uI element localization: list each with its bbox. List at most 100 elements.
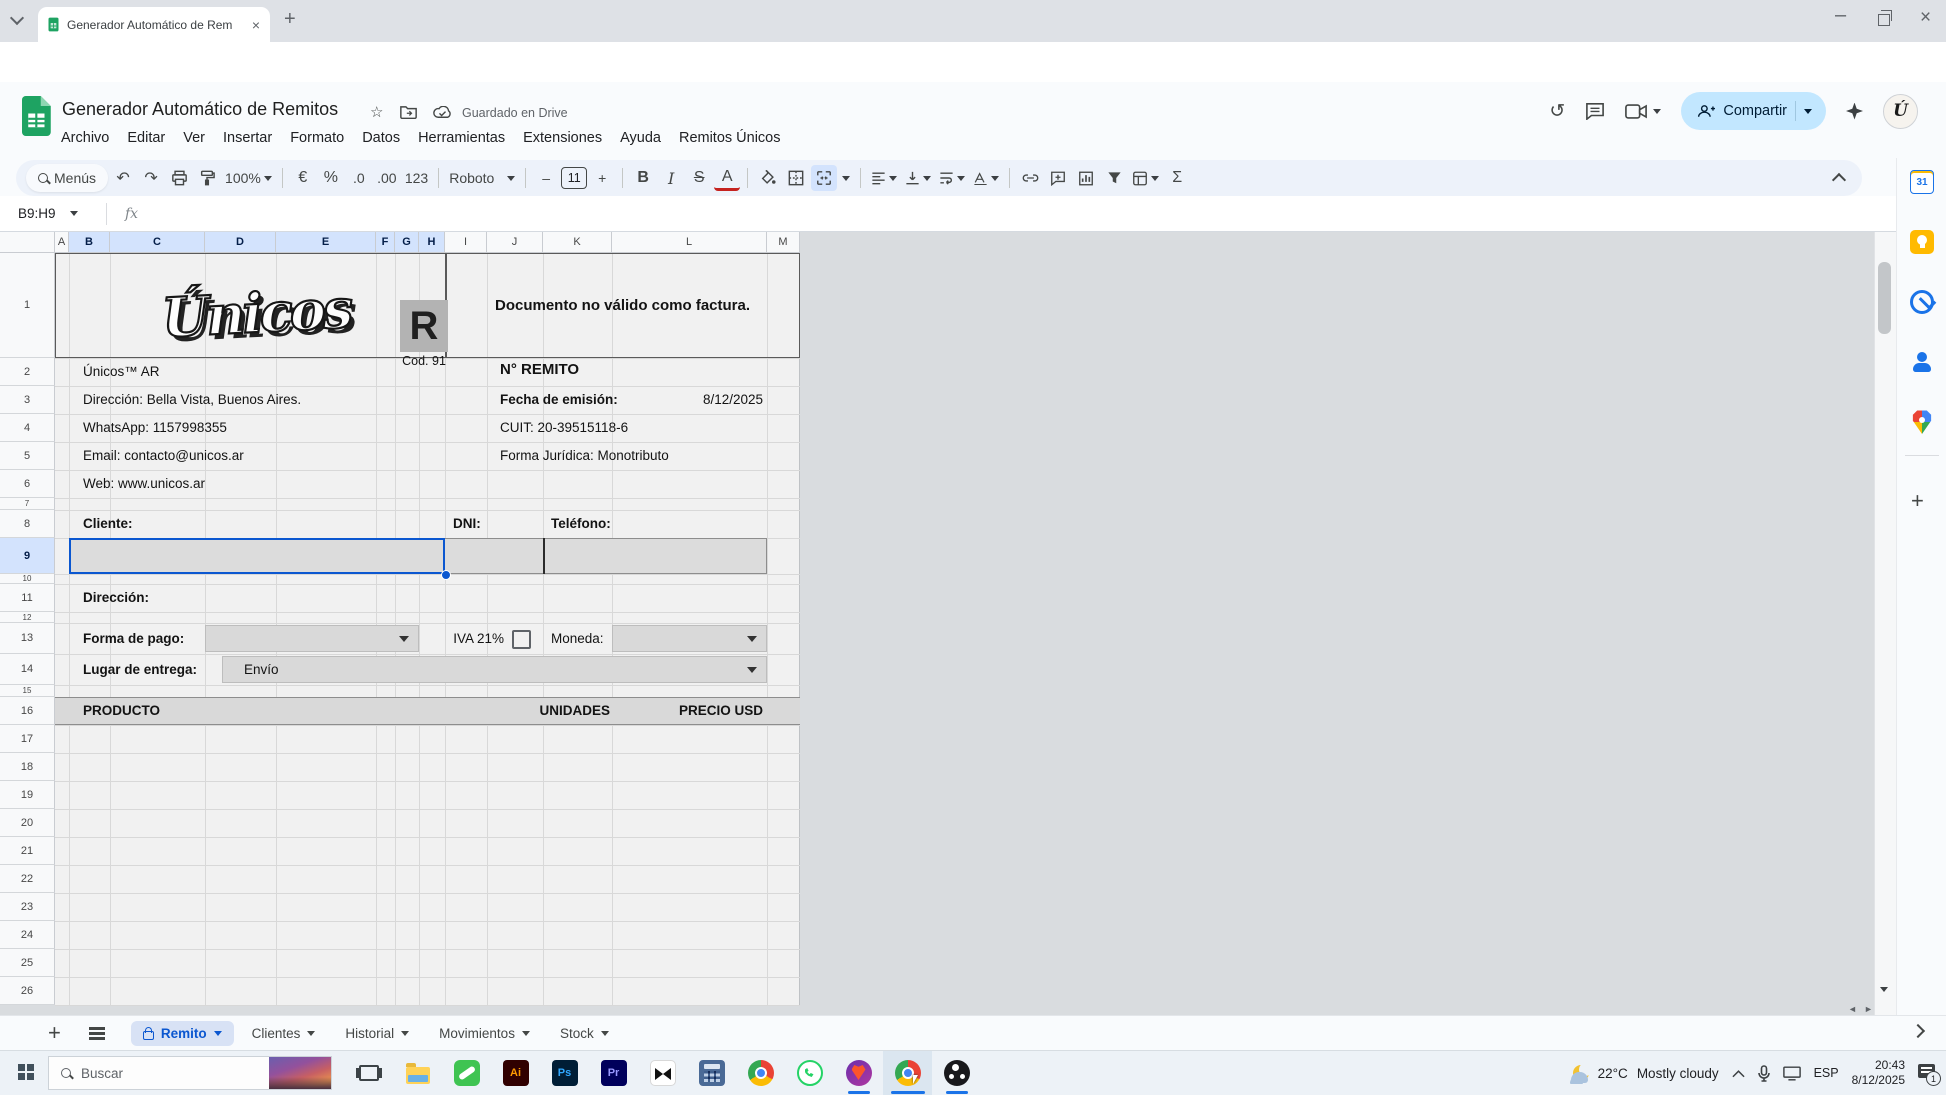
column-header-A[interactable]: A (55, 232, 69, 253)
hidden-icons-chevron[interactable] (1732, 1069, 1745, 1078)
moneda-dropdown[interactable] (612, 625, 767, 652)
contacts-icon[interactable] (1910, 350, 1934, 374)
share-dropdown[interactable] (1795, 101, 1820, 121)
font-select[interactable]: Roboto (446, 165, 518, 191)
microphone-icon[interactable] (1758, 1065, 1770, 1082)
language-indicator[interactable]: ESP (1814, 1066, 1839, 1080)
move-folder-icon[interactable] (400, 105, 417, 119)
remito-title-cell[interactable]: N° REMITO (500, 356, 579, 384)
photoshop-taskbar-button[interactable]: Ps (540, 1051, 589, 1095)
row-header-20[interactable]: 20 (0, 809, 55, 837)
precio-header-cell[interactable]: PRECIO USD (663, 697, 763, 725)
vertical-align-button[interactable] (902, 165, 934, 191)
row-header-18[interactable]: 18 (0, 753, 55, 781)
calendar-icon[interactable]: 31 (1910, 170, 1934, 194)
currency-format-button[interactable]: € (290, 165, 316, 191)
column-header-K[interactable]: K (543, 232, 612, 253)
merge-cells-dropdown[interactable] (839, 165, 853, 191)
chrome-2-taskbar-button[interactable] (883, 1051, 932, 1095)
create-filter-button[interactable] (1101, 165, 1127, 191)
fill-color-button[interactable] (755, 165, 781, 191)
browser-tab[interactable]: Generador Automático de Rem × (38, 7, 270, 42)
producto-header-cell[interactable]: PRODUCTO (83, 697, 160, 725)
column-header-I[interactable]: I (445, 232, 487, 253)
calculator-taskbar-button[interactable] (687, 1051, 736, 1095)
cliente-label-cell[interactable]: Cliente: (83, 510, 133, 538)
menu-archivo[interactable]: Archivo (52, 126, 118, 150)
row-header-23[interactable]: 23 (0, 893, 55, 921)
scroll-down-arrow[interactable] (1880, 992, 1888, 1010)
window-minimize-button[interactable]: – (1835, 4, 1846, 27)
company-email-cell[interactable]: Email: contacto@unicos.ar (83, 442, 244, 470)
table-views-button[interactable] (1129, 165, 1162, 191)
row-header-25[interactable]: 25 (0, 949, 55, 977)
decrease-decimal-button[interactable]: .0 (346, 165, 372, 191)
sheet-tab-menu-icon[interactable] (307, 1031, 315, 1036)
column-header-G[interactable]: G (395, 232, 419, 253)
column-header-C[interactable]: C (110, 232, 205, 253)
row-header-5[interactable]: 5 (0, 442, 55, 470)
file-explorer-taskbar-button[interactable] (393, 1051, 442, 1095)
premiere-taskbar-button[interactable]: Pr (589, 1051, 638, 1095)
row-header-3[interactable]: 3 (0, 386, 55, 414)
menu-ayuda[interactable]: Ayuda (611, 126, 670, 150)
menu-ver[interactable]: Ver (174, 126, 214, 150)
sheet-tab-menu-icon[interactable] (214, 1031, 222, 1036)
zoom-select[interactable]: 100% (222, 165, 275, 191)
column-header-J[interactable]: J (487, 232, 543, 253)
start-button[interactable] (18, 1064, 35, 1081)
menu-remitos-nicos[interactable]: Remitos Únicos (670, 126, 790, 150)
column-header-E[interactable]: E (276, 232, 376, 253)
menu-editar[interactable]: Editar (118, 126, 174, 150)
iva-checkbox[interactable] (512, 630, 531, 649)
bold-button[interactable]: B (630, 165, 656, 191)
increase-decimal-button[interactable]: .00 (374, 165, 400, 191)
text-rotation-button[interactable] (970, 165, 1002, 191)
network-icon[interactable] (1783, 1066, 1801, 1081)
row-header-7[interactable]: 7 (0, 498, 55, 510)
menu-extensiones[interactable]: Extensiones (514, 126, 611, 150)
toolbar-collapse-button[interactable] (1826, 165, 1852, 191)
functions-button[interactable]: Σ (1164, 165, 1190, 191)
iva-label-cell[interactable]: IVA 21% (404, 623, 504, 654)
sheets-logo-icon[interactable] (22, 96, 52, 136)
row-header-6[interactable]: 6 (0, 470, 55, 498)
account-avatar[interactable]: Ú (1883, 94, 1918, 129)
menu-insertar[interactable]: Insertar (214, 126, 281, 150)
strikethrough-button[interactable]: S (686, 165, 712, 191)
row-header-13[interactable]: 13 (0, 623, 55, 654)
italic-button[interactable]: I (658, 165, 684, 191)
cloud-saved-icon[interactable] (433, 106, 452, 119)
gemini-icon[interactable] (1846, 103, 1863, 120)
tasks-icon[interactable] (1910, 290, 1934, 314)
chrome-taskbar-button[interactable] (736, 1051, 785, 1095)
scroll-left-arrow[interactable]: ◄ (1848, 1004, 1857, 1014)
company-whatsapp-cell[interactable]: WhatsApp: 1157998355 (83, 414, 227, 442)
selection-handle[interactable] (441, 570, 451, 580)
horizontal-align-button[interactable] (868, 165, 900, 191)
menu-formato[interactable]: Formato (281, 126, 353, 150)
spreadsheet-grid[interactable]: ABCDEFGHIJKLM 12345678910111213141516171… (0, 232, 1896, 1015)
window-restore-button[interactable] (1878, 14, 1890, 26)
sheet-tab-historial[interactable]: Historial (333, 1021, 421, 1046)
row-header-1[interactable]: 1 (0, 253, 55, 358)
paint-format-button[interactable] (194, 165, 220, 191)
star-document-icon[interactable]: ☆ (370, 103, 383, 121)
column-header-D[interactable]: D (205, 232, 276, 253)
weather-widget[interactable]: 22°C Mostly cloudy (1573, 1065, 1719, 1081)
document-title[interactable]: Generador Automático de Remitos (62, 99, 338, 120)
formula-input[interactable] (138, 196, 1896, 231)
insert-comment-button[interactable] (1045, 165, 1071, 191)
row-header-2[interactable]: 2 (0, 358, 55, 386)
sheet-tab-menu-icon[interactable] (601, 1031, 609, 1036)
row-header-14[interactable]: 14 (0, 654, 55, 685)
row-header-17[interactable]: 17 (0, 725, 55, 753)
merge-cells-button[interactable] (811, 165, 837, 191)
comments-icon[interactable] (1585, 102, 1605, 120)
sheet-tab-remito[interactable]: Remito (131, 1021, 234, 1046)
all-sheets-button[interactable] (89, 1027, 105, 1029)
forma-juridica-cell[interactable]: Forma Jurídica: Monotributo (500, 442, 669, 470)
row-header-4[interactable]: 4 (0, 414, 55, 442)
column-header-L[interactable]: L (612, 232, 767, 253)
column-header-F[interactable]: F (376, 232, 395, 253)
